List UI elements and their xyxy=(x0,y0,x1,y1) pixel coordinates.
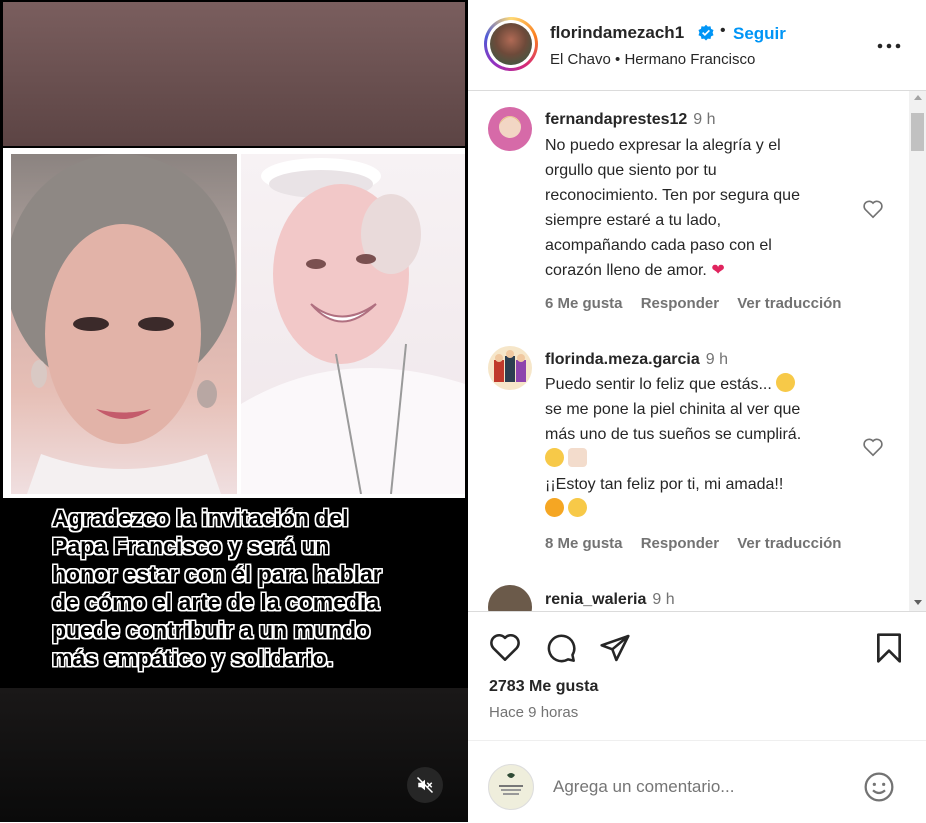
verified-badge-icon xyxy=(698,24,714,41)
post-timestamp[interactable]: Hace 9 horas xyxy=(489,704,578,721)
separator-dot: • xyxy=(720,22,726,39)
comment-actions: 8 Me gusta Responder Ver traducción xyxy=(545,535,855,552)
translate-button[interactable]: Ver traducción xyxy=(737,295,841,312)
like-heart-icon[interactable] xyxy=(489,632,521,662)
reply-button[interactable]: Responder xyxy=(641,295,719,312)
media-bottom-band xyxy=(0,688,468,822)
comment-actions: 6 Me gusta Responder Ver traducción xyxy=(545,295,855,312)
commenter-avatar[interactable] xyxy=(488,346,532,390)
speaker-muted-icon xyxy=(416,776,434,794)
pleading-face-emoji xyxy=(545,448,564,467)
scroll-up-arrow-icon[interactable] xyxy=(914,95,922,100)
more-options-icon[interactable] xyxy=(876,36,902,56)
comment-username[interactable]: fernandaprestes12 9 h xyxy=(545,111,716,129)
star-eyes-emoji xyxy=(776,373,796,392)
scroll-down-arrow-icon[interactable] xyxy=(914,600,922,605)
comment-text: No puedo expresar la alegría y el orgull… xyxy=(545,137,800,279)
caption-text: Agradezco la invitación del Papa Francis… xyxy=(52,505,382,671)
post-actions-bar xyxy=(468,612,926,682)
share-paper-plane-icon[interactable] xyxy=(599,632,631,664)
like-comment-heart-icon[interactable] xyxy=(862,199,884,219)
heart-eyes-emoji xyxy=(568,498,587,517)
author-username[interactable]: florindamezach1 xyxy=(550,23,684,43)
likes-count[interactable]: 2783 Me gusta xyxy=(489,678,598,696)
comment-text: Puedo sentir lo feliz que estás... se me… xyxy=(545,372,865,522)
comment-time: 9 h xyxy=(705,351,728,368)
post-side-panel: florindamezach1 • Seguir El Chavo • Herm… xyxy=(468,0,926,822)
post-header: florindamezach1 • Seguir El Chavo • Herm… xyxy=(468,0,926,91)
comment-likes[interactable]: 8 Me gusta xyxy=(545,535,623,552)
comment-username[interactable]: renia_waleria 9 h xyxy=(545,591,675,609)
comment-bubble-icon[interactable] xyxy=(545,632,577,664)
caption-overlay: Agradezco la invitación del Papa Francis… xyxy=(0,498,468,688)
mute-button[interactable] xyxy=(407,767,443,803)
photo-collage xyxy=(3,148,465,498)
comment-time: 9 h xyxy=(652,591,675,608)
follow-button[interactable]: Seguir xyxy=(733,24,786,44)
reply-button[interactable]: Responder xyxy=(641,535,719,552)
comments-list[interactable]: fernandaprestes12 9 h No puedo expresar l… xyxy=(468,91,926,612)
comment-likes[interactable]: 6 Me gusta xyxy=(545,295,623,312)
red-heart-emoji: ❤ xyxy=(711,262,725,279)
commenter-avatar[interactable] xyxy=(488,107,532,151)
hugging-face-emoji xyxy=(545,498,564,517)
add-comment-bar xyxy=(468,740,926,823)
emoji-smiley-icon[interactable] xyxy=(863,771,895,803)
comments-scrollbar[interactable] xyxy=(909,91,926,611)
current-user-avatar[interactable] xyxy=(488,764,534,810)
author-avatar[interactable] xyxy=(484,17,538,71)
heart-hands-emoji xyxy=(568,448,587,467)
media-top-band xyxy=(3,2,465,146)
audio-subtitle[interactable]: El Chavo • Hermano Francisco xyxy=(550,51,755,68)
post-media[interactable]: Agradezco la invitación del Papa Francis… xyxy=(0,0,468,822)
commenter-avatar[interactable] xyxy=(488,585,532,611)
scrollbar-thumb[interactable] xyxy=(911,113,924,151)
comment-input[interactable] xyxy=(551,776,845,798)
comment-username[interactable]: florinda.meza.garcia 9 h xyxy=(545,351,728,369)
comment-time: 9 h xyxy=(693,111,716,128)
translate-button[interactable]: Ver traducción xyxy=(737,535,841,552)
bookmark-save-icon[interactable] xyxy=(875,632,903,664)
woman-portrait-image xyxy=(11,154,237,494)
pope-portrait-image xyxy=(241,154,465,494)
like-comment-heart-icon[interactable] xyxy=(862,437,884,457)
